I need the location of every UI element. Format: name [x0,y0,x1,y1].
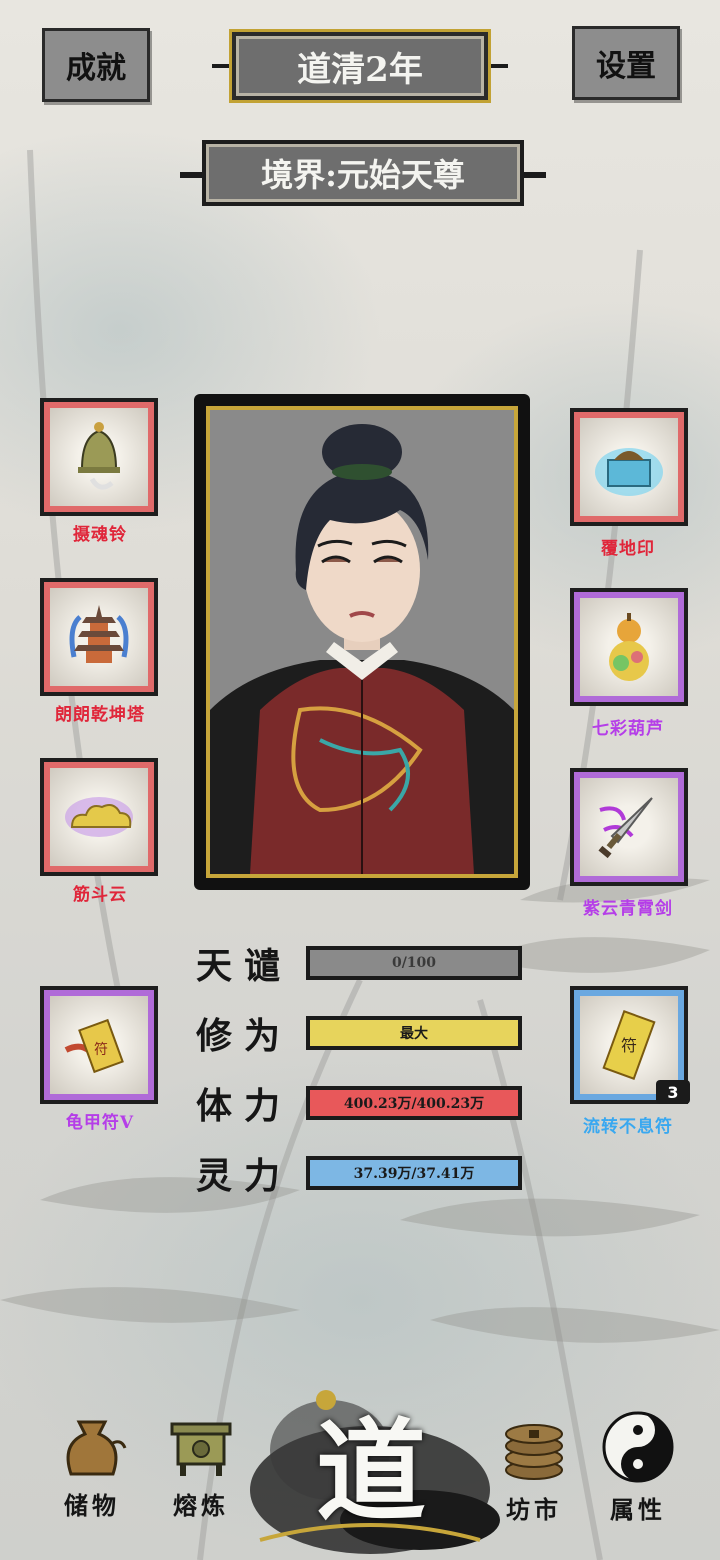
stat-row-spirit: 灵力 37.39万/37.41万 [196,1150,536,1197]
stats-panel: 天谴 0/100 修为 最大 体力 400.23万/400.23万 灵力 37.… [196,940,536,1197]
item-label: 摄魂铃 [73,525,127,545]
realm-title: 境界:元始天尊 [261,156,465,194]
nav-attributes-label: 属性 [610,1495,666,1524]
item-slot-sword[interactable]: 紫云青霄剑 [548,768,708,919]
svg-text:符: 符 [621,1036,637,1055]
talisman-icon: 符 [602,1010,656,1080]
item-slot-cloud[interactable]: 筋斗云 [20,758,180,905]
nav-dao-center[interactable]: 道 [296,1392,446,1536]
item-slot-pagoda[interactable]: 朗朗乾坤塔 [20,578,180,725]
item-label: 筋斗云 [73,885,127,905]
item-label: 七彩葫芦 [592,719,664,739]
stat-name: 修为 [196,1015,293,1057]
item-slot-gourd[interactable]: 七彩葫芦 [548,588,708,739]
nav-storage-label: 储物 [64,1491,120,1520]
svg-text:符: 符 [94,1042,108,1058]
stat-bar-cultivation: 最大 [306,1016,522,1050]
coins-stack-icon [505,1424,563,1480]
talisman-scroll-icon: 符 [64,1018,124,1074]
stat-value: 400.23万/400.23万 [343,1096,485,1112]
stat-value: 37.39万/37.41万 [353,1166,475,1182]
item-label: 朗朗乾坤塔 [55,705,145,725]
stat-row-stamina: 体力 400.23万/400.23万 [196,1080,536,1127]
stat-bar-stamina: 400.23万/400.23万 [306,1086,522,1120]
item-slot-turtle-talisman[interactable]: 符 龟甲符V [20,986,180,1133]
year-title: 道清2年 [297,49,423,90]
stat-value: 最大 [400,1026,428,1042]
nav-smelting[interactable]: 熔炼 [156,1410,246,1521]
achievements-label: 成就 [66,51,126,86]
item-count-badge: 3 [656,1080,690,1104]
nav-market-label: 坊市 [506,1495,562,1524]
item-slot-soul-bell[interactable]: 摄魂铃 [20,398,180,545]
pouch-icon [66,1420,127,1476]
stat-name: 天谴 [196,945,293,987]
stat-bar-spirit: 37.39万/37.41万 [306,1156,522,1190]
gourd-icon [609,613,649,681]
nav-smelting-label: 熔炼 [173,1491,229,1520]
cauldron-icon [170,1422,232,1476]
bell-icon [78,422,120,490]
item-label: 流转不息符 [583,1117,673,1137]
nav-attributes[interactable]: 属性 [596,1410,680,1525]
pagoda-icon [69,605,129,663]
settings-button[interactable]: 设置 [572,26,680,100]
character-portrait [210,410,514,874]
year-title-banner: 道清2年 [212,28,508,104]
yin-yang-icon [602,1411,674,1483]
settings-label: 设置 [596,49,656,84]
item-label: 龟甲符V [65,1113,135,1133]
item-slot-earth-seal[interactable]: 覆地印 [548,408,708,559]
bottom-nav: 储物 熔炼 道 坊市 属性 [0,1380,720,1560]
achievements-button[interactable]: 成就 [42,28,150,102]
stat-value: 0/100 [391,955,437,971]
cloud-icon [65,797,133,837]
nav-storage[interactable]: 储物 [52,1410,132,1521]
stat-row-tianqian: 天谴 0/100 [196,940,536,987]
stat-name: 灵力 [196,1155,293,1197]
item-label: 紫云青霄剑 [583,899,673,919]
stat-name: 体力 [196,1085,293,1127]
seal-icon [595,448,663,496]
character-portrait-frame[interactable] [194,394,530,890]
realm-banner: 境界:元始天尊 [180,138,546,210]
stat-row-cultivation: 修为 最大 [196,1010,536,1057]
nav-market[interactable]: 坊市 [494,1410,574,1525]
sword-icon [598,797,653,859]
item-slot-flowing-talisman[interactable]: 符 3 流转不息符 [548,986,708,1137]
nav-dao-label: 道 [316,1407,426,1536]
stat-bar-tianqian: 0/100 [306,946,522,980]
item-label: 覆地印 [601,539,655,559]
